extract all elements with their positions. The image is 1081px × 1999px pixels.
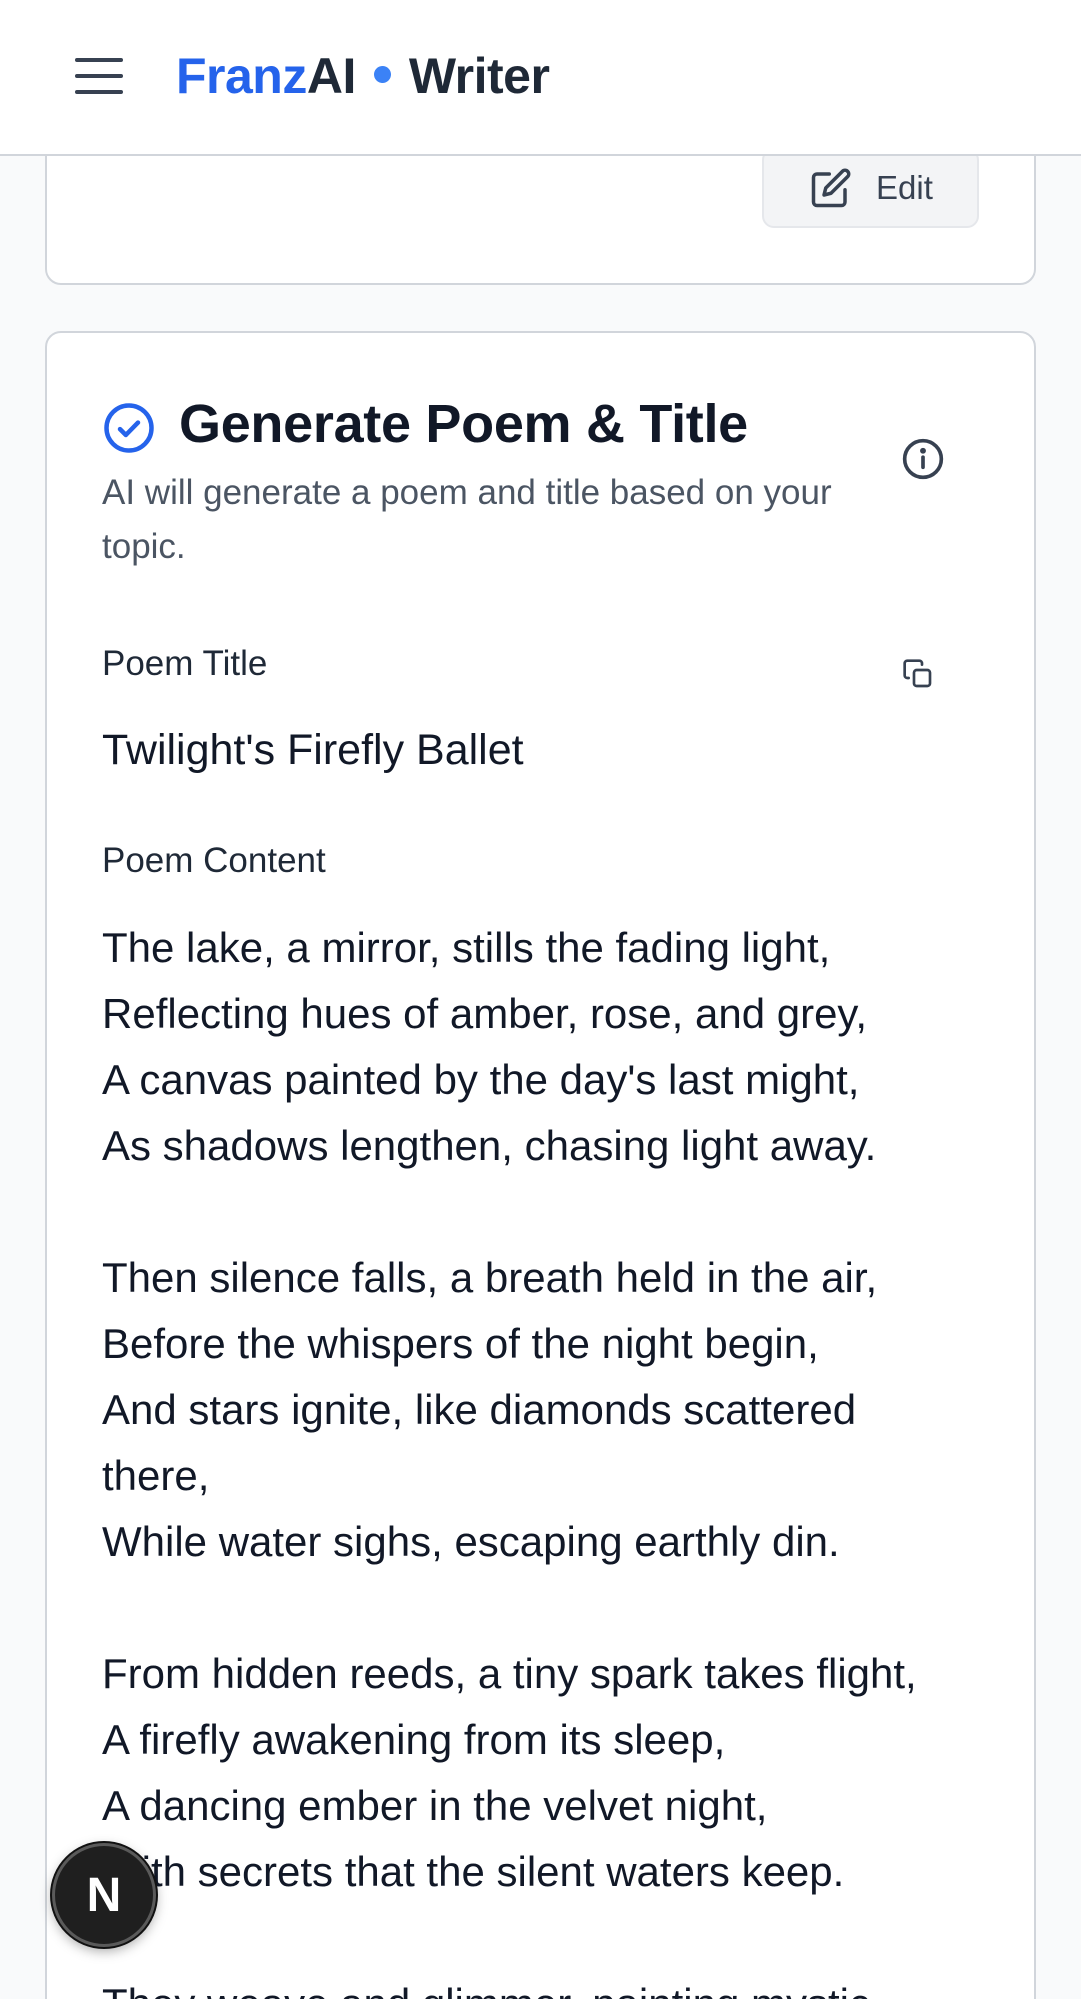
stanza-gap xyxy=(102,1575,982,1641)
poem-line: A firefly awakening from its sleep, xyxy=(102,1716,726,1763)
step-description: AI will generate a poem and title based … xyxy=(102,473,832,566)
info-icon[interactable] xyxy=(901,437,945,481)
stanza-gap xyxy=(102,1905,982,1971)
poem-line: Before the whispers of the night begin, xyxy=(102,1320,819,1367)
edit-button[interactable]: Edit xyxy=(762,148,979,228)
brand-ai: AI xyxy=(306,48,357,104)
check-circle-icon xyxy=(104,403,154,453)
poem-line: And stars ignite, like diamonds scattere… xyxy=(102,1386,857,1499)
poem-line: They weave and glimmer, painting mystic xyxy=(102,1971,982,1999)
brand-dot xyxy=(373,66,391,84)
edit-button-label: Edit xyxy=(876,169,933,206)
poem-line: A canvas painted by the day's last might… xyxy=(102,1056,860,1103)
poem-content: The lake, a mirror, stills the fading li… xyxy=(102,915,982,1999)
step-title: Generate Poem & Title xyxy=(179,394,748,454)
page: Edit FranzAI Writer Generate Poem & Title… xyxy=(0,0,1081,1999)
top-header: FranzAI Writer xyxy=(0,0,1081,156)
n-badge-button[interactable]: N xyxy=(52,1843,156,1947)
brand-logo[interactable]: FranzAI Writer xyxy=(176,46,550,106)
poem-line: The lake, a mirror, stills the fading li… xyxy=(102,924,831,971)
n-badge-letter: N xyxy=(86,1868,122,1922)
poem-line: Then silence falls, a breath held in the… xyxy=(102,1254,878,1301)
poem-line: As shadows lengthen, chasing light away. xyxy=(102,1122,877,1169)
brand-writer: Writer xyxy=(408,48,550,104)
poem-title-label: Poem Title xyxy=(102,644,268,683)
hamburger-menu-icon[interactable] xyxy=(72,52,126,100)
poem-content-label: Poem Content xyxy=(102,841,326,880)
brand-franz: Franz xyxy=(176,48,307,104)
poem-line: While water sighs, escaping earthly din. xyxy=(102,1518,840,1565)
poem-title-value: Twilight's Firefly Ballet xyxy=(102,726,524,774)
poem-line: A dancing ember in the velvet night, xyxy=(102,1782,768,1829)
poem-line: With secrets that the silent waters keep… xyxy=(102,1848,845,1895)
stanza-gap xyxy=(102,1179,982,1245)
edit-icon xyxy=(811,168,851,208)
poem-line: Reflecting hues of amber, rose, and grey… xyxy=(102,990,867,1037)
poem-line: From hidden reeds, a tiny spark takes fl… xyxy=(102,1650,917,1697)
copy-icon[interactable] xyxy=(902,658,934,690)
